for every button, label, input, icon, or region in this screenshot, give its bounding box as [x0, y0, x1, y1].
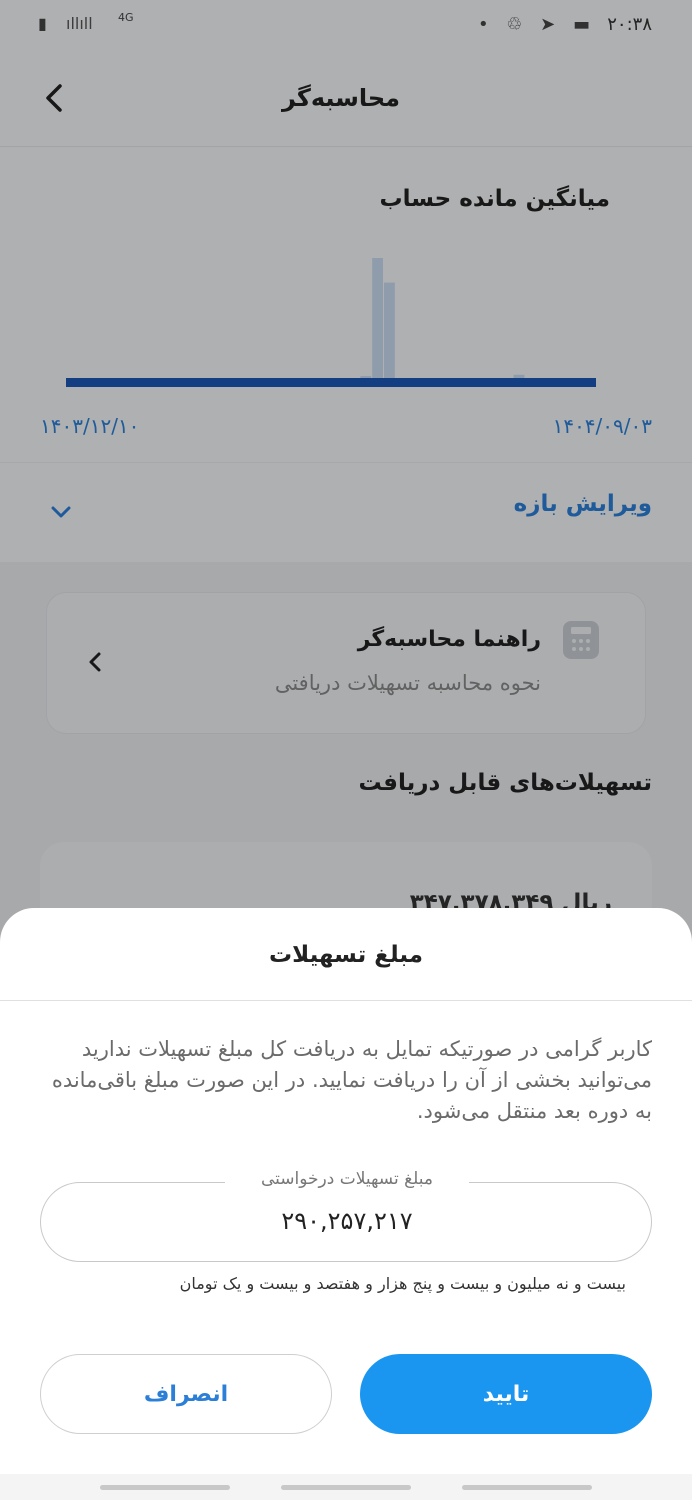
amount-in-words: بیست و نه میلیون و بیست و پنج هزار و هفت…	[179, 1274, 626, 1293]
nav-recents-handle[interactable]	[100, 1485, 230, 1490]
field-label-wrap: مبلغ تسهیلات درخواستی	[41, 1169, 653, 1189]
cancel-button[interactable]: انصراف	[40, 1354, 332, 1434]
nav-back-handle[interactable]	[462, 1485, 592, 1490]
nav-home-handle[interactable]	[281, 1485, 411, 1490]
requested-amount-input[interactable]: ۲۹۰,۲۵۷,۲۱۷	[41, 1207, 653, 1235]
sheet-divider	[0, 1000, 692, 1001]
sheet-message: کاربر گرامی در صورتیکه تمایل به دریافت ک…	[51, 1037, 652, 1123]
requested-amount-label: مبلغ تسهیلات درخواستی	[224, 1169, 470, 1189]
confirm-button[interactable]: تایید	[360, 1354, 652, 1434]
sheet-title: مبلغ تسهیلات	[269, 942, 423, 968]
requested-amount-field[interactable]: مبلغ تسهیلات درخواستی ۲۹۰,۲۵۷,۲۱۷	[40, 1169, 653, 1262]
system-nav-bar	[0, 1474, 692, 1500]
facility-amount-sheet: مبلغ تسهیلات کاربر گرامی در صورتیکه تمای…	[0, 908, 692, 1474]
